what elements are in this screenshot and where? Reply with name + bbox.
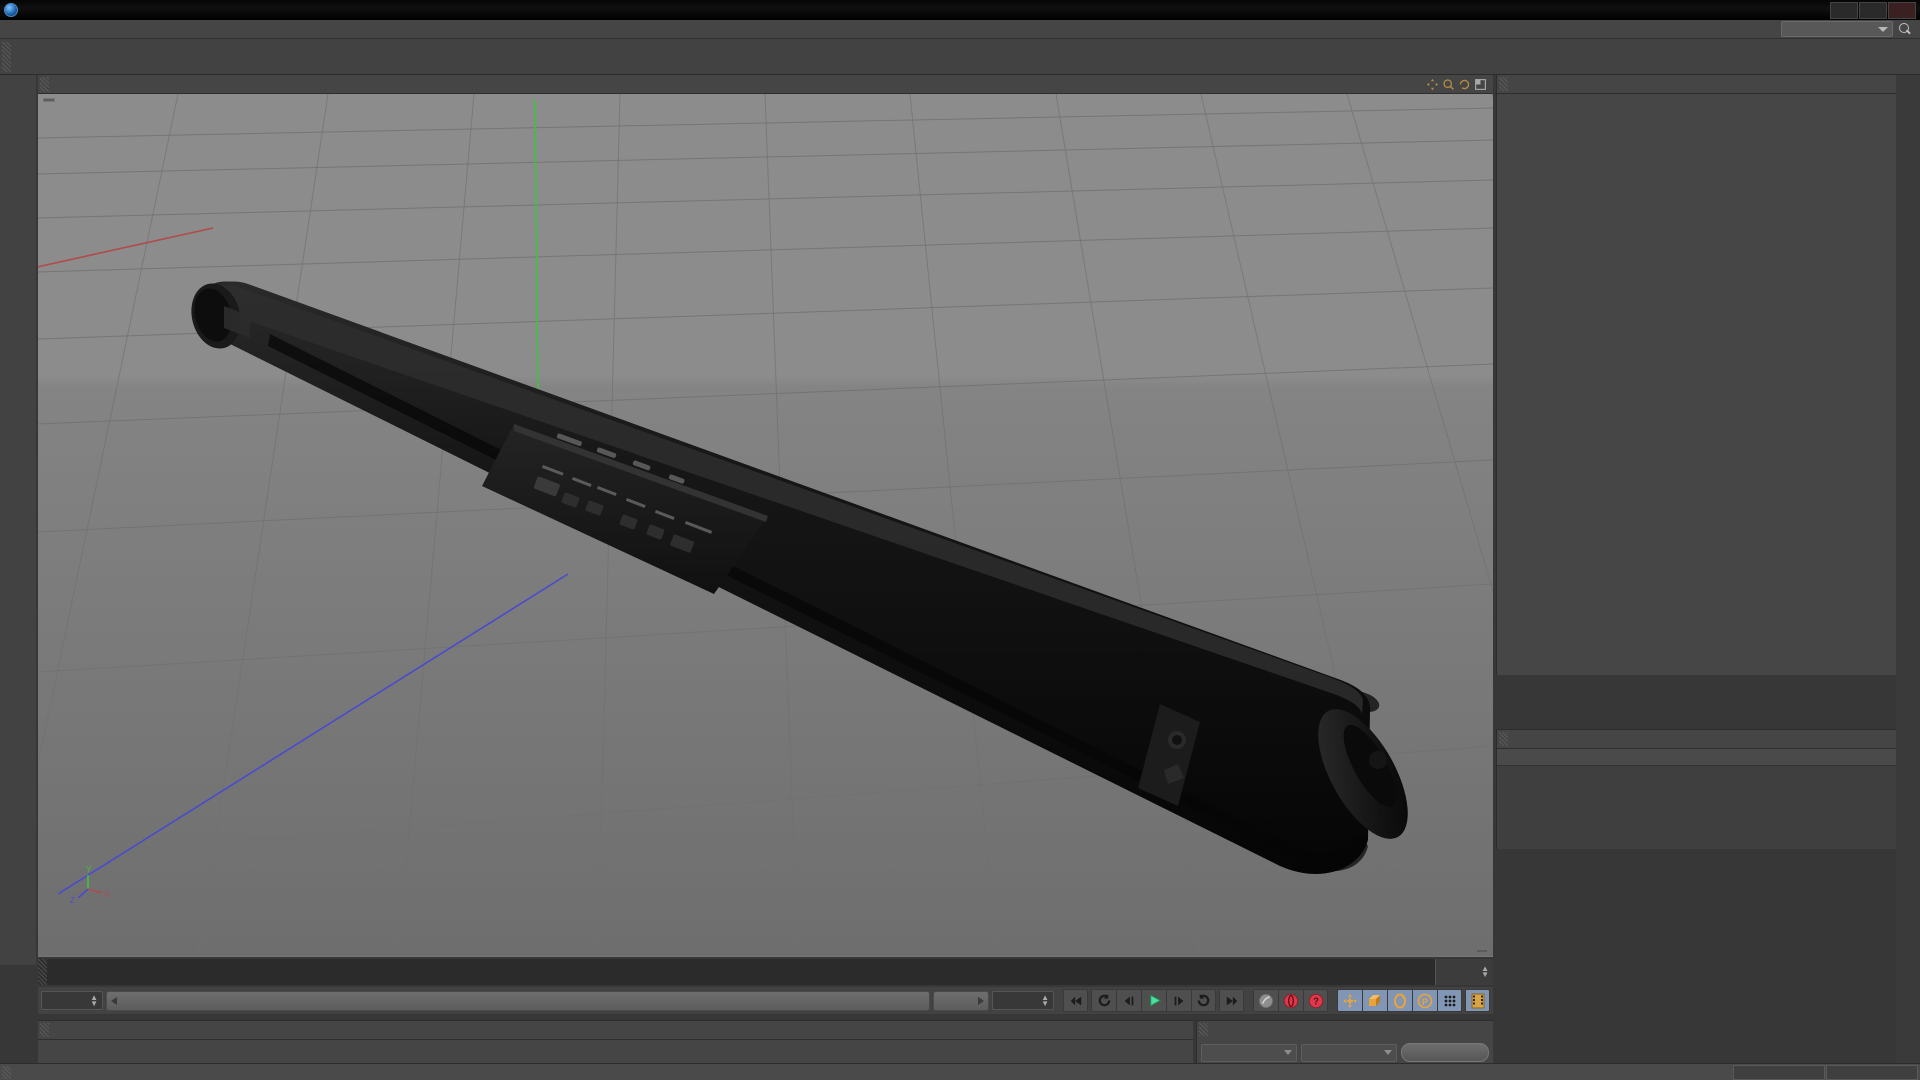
svg-text:?: ? xyxy=(1313,996,1319,1007)
coordinates-grip[interactable] xyxy=(1199,1023,1208,1036)
coordinate-system-dropdown[interactable] xyxy=(1201,1043,1297,1062)
title-bar xyxy=(0,0,1920,20)
maximize-button[interactable] xyxy=(1859,1,1887,19)
right-tab-strip xyxy=(1896,75,1920,1080)
timeline-track[interactable] xyxy=(47,959,1435,985)
chevron-down-icon xyxy=(1284,1050,1292,1055)
rotation-key-button[interactable] xyxy=(1387,989,1412,1012)
object-menu-grip[interactable] xyxy=(1499,77,1508,91)
status-bar xyxy=(0,1063,1920,1080)
viewport-menu-bar xyxy=(38,75,1493,94)
spinner-icon[interactable]: ▲ ▼ xyxy=(1481,965,1489,979)
svg-text:Z: Z xyxy=(70,896,75,905)
go-to-start-button[interactable] xyxy=(1063,989,1088,1012)
cinema4d-window: Y X Z ▲ ▼ ▲ ▼ ▲ ▼ ? P xyxy=(0,0,1920,1080)
timeline-open-group xyxy=(1465,989,1490,1012)
layer-menu-grip[interactable] xyxy=(1499,732,1508,746)
step-forward-button[interactable] xyxy=(1166,989,1191,1012)
status-segment xyxy=(1733,1064,1825,1080)
timeline-button[interactable] xyxy=(1465,989,1490,1012)
minimize-button[interactable] xyxy=(1830,1,1858,19)
transport-bar: ▲ ▼ ▲ ▼ ? P xyxy=(38,987,1493,1014)
maximize-view-icon[interactable] xyxy=(1474,78,1487,91)
key-toggle-group: P xyxy=(1337,989,1462,1012)
scene-render: Y X Z xyxy=(38,94,1493,956)
record-group: ? xyxy=(1253,989,1328,1012)
app-logo-icon xyxy=(4,3,18,17)
layer-menu-bar xyxy=(1497,730,1896,749)
timeline-end-field[interactable]: ▲ ▼ xyxy=(1435,959,1493,985)
point-level-anim-button[interactable] xyxy=(1437,989,1462,1012)
object-tree[interactable] xyxy=(1497,94,1896,675)
layer-column-headers xyxy=(1497,749,1896,766)
material-menu-grip[interactable] xyxy=(40,1023,49,1037)
document-end-field[interactable]: ▲ ▼ xyxy=(992,991,1054,1010)
previous-key-button[interactable] xyxy=(1091,989,1116,1012)
autokey-button[interactable] xyxy=(1253,989,1278,1012)
step-back-button[interactable] xyxy=(1116,989,1141,1012)
material-menu-bar xyxy=(38,1021,1193,1040)
grid-spacing-label xyxy=(1477,950,1487,952)
transport-start-group xyxy=(1063,989,1088,1012)
window-controls xyxy=(1830,1,1916,19)
timeline-ruler[interactable]: ▲ ▼ xyxy=(38,959,1493,985)
keyframe-help-button[interactable]: ? xyxy=(1303,989,1328,1012)
svg-text:P: P xyxy=(1422,997,1428,1007)
chevron-down-icon xyxy=(1878,26,1888,32)
coordinate-mode-dropdown[interactable] xyxy=(1301,1043,1397,1062)
rotate-view-icon[interactable] xyxy=(1458,78,1471,91)
object-menu-bar xyxy=(1497,75,1896,94)
transport-play-group xyxy=(1091,989,1216,1012)
search-icon[interactable] xyxy=(1898,22,1912,36)
zoom-icon[interactable] xyxy=(1442,78,1455,91)
main-area: Y X Z ▲ ▼ ▲ ▼ ▲ ▼ ? P xyxy=(0,75,1920,1080)
viewport-panel: Y X Z xyxy=(38,75,1493,957)
maxon-brand-label xyxy=(2,942,32,1072)
transport-end-group xyxy=(1219,989,1244,1012)
apply-button[interactable] xyxy=(1401,1043,1489,1062)
left-toolbar xyxy=(0,75,36,965)
viewport-nav-tools xyxy=(1426,78,1493,91)
coordinates-header xyxy=(1197,1021,1493,1038)
slider-right-arrow-icon xyxy=(978,996,984,1005)
svg-text:Y: Y xyxy=(86,865,92,874)
main-toolbar xyxy=(0,39,1920,75)
pan-icon[interactable] xyxy=(1426,78,1439,91)
viewport-menu-grip[interactable] xyxy=(40,76,49,92)
preview-end-field[interactable] xyxy=(933,990,989,1011)
status-progress-area xyxy=(1733,1064,1920,1080)
coordinates-footer xyxy=(1197,1040,1493,1065)
spinner-icon[interactable]: ▲ ▼ xyxy=(1041,993,1049,1007)
toolbar-grip[interactable] xyxy=(2,41,11,72)
status-segment xyxy=(1826,1064,1918,1080)
frame-slider[interactable] xyxy=(106,990,930,1011)
position-key-button[interactable] xyxy=(1337,989,1362,1012)
object-manager xyxy=(1496,75,1896,675)
play-button[interactable] xyxy=(1141,989,1166,1012)
layout-dropdown[interactable] xyxy=(1781,21,1893,37)
record-button[interactable] xyxy=(1278,989,1303,1012)
slider-left-arrow-icon xyxy=(111,996,117,1005)
status-grip[interactable] xyxy=(2,1065,11,1079)
close-button[interactable] xyxy=(1888,1,1916,19)
current-frame-field[interactable]: ▲ ▼ xyxy=(41,991,103,1010)
spinner-icon[interactable]: ▲ ▼ xyxy=(90,993,98,1007)
timeline-grip[interactable] xyxy=(38,959,47,985)
viewport-label xyxy=(43,98,55,102)
menu-bar xyxy=(0,20,1920,39)
layer-manager xyxy=(1496,729,1896,849)
parameter-key-button[interactable]: P xyxy=(1412,989,1437,1012)
viewport-3d[interactable]: Y X Z xyxy=(38,94,1493,957)
next-key-button[interactable] xyxy=(1191,989,1216,1012)
layout-selector-group xyxy=(1776,21,1920,37)
scale-key-button[interactable] xyxy=(1362,989,1387,1012)
chevron-down-icon xyxy=(1384,1050,1392,1055)
svg-text:X: X xyxy=(104,890,110,899)
go-to-end-button[interactable] xyxy=(1219,989,1244,1012)
